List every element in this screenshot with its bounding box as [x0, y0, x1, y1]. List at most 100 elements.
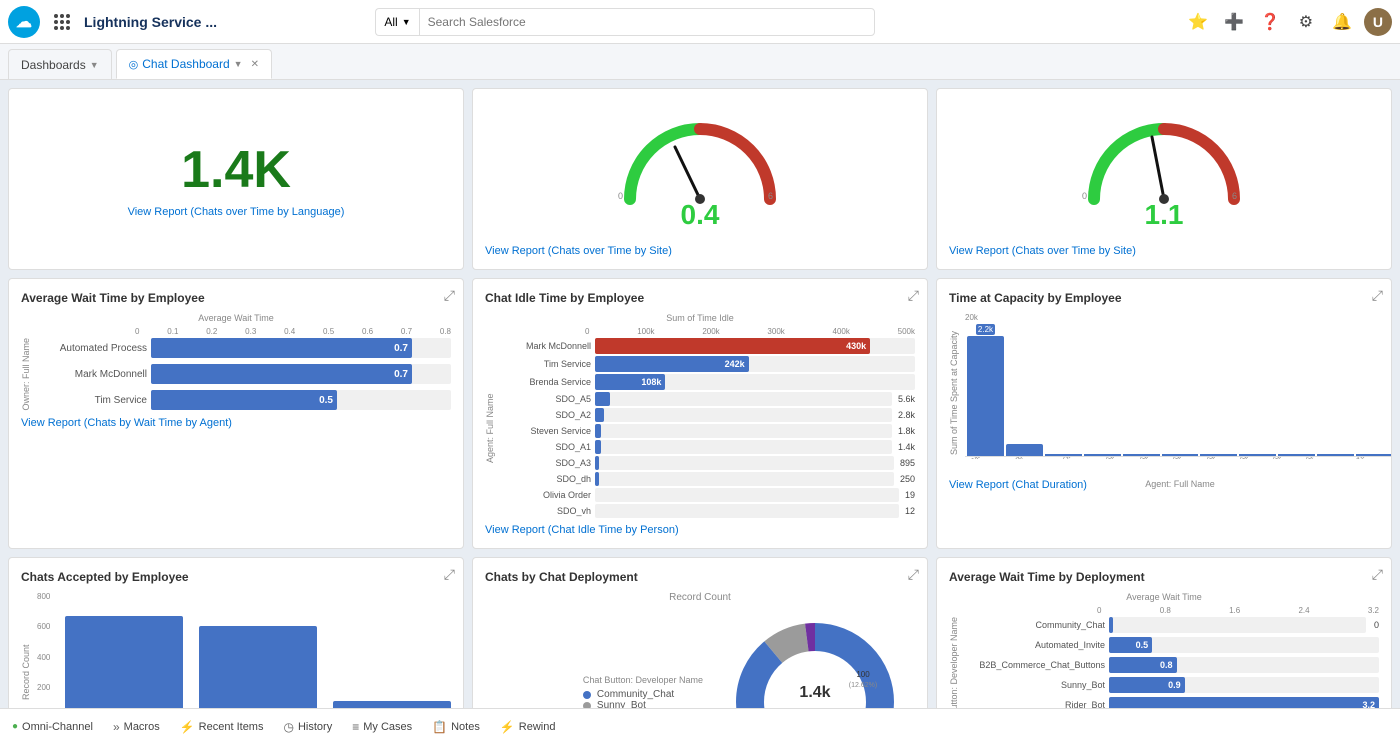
salesforce-logo[interactable]: ☁: [8, 6, 40, 38]
bottom-my-cases[interactable]: ≡ My Cases: [352, 720, 412, 734]
chats-deployment-card: Chats by Chat Deployment ⤢ Record Count …: [472, 557, 928, 708]
legend-community: Community_Chat: [583, 689, 703, 700]
chevron-down-icon: ▼: [402, 17, 411, 27]
svg-text:0: 0: [618, 191, 623, 201]
grid-icon: [54, 14, 70, 30]
chats-site-2-view-report[interactable]: View Report (Chats over Time by Site): [949, 245, 1379, 257]
search-scope-selector[interactable]: All ▼: [375, 8, 418, 36]
expand-icon[interactable]: ⤢: [1372, 566, 1383, 583]
bar-track: 0.8: [1109, 657, 1379, 673]
deployment-legend: Chat Button: Developer Name Community_Ch…: [583, 675, 703, 708]
table-row: B2B_Commerce_Chat_Buttons 0.8: [965, 657, 1379, 673]
bar-fill: [595, 392, 610, 406]
bar-value: 242k: [725, 359, 745, 369]
expand-icon[interactable]: ⤢: [444, 287, 455, 304]
expand-icon[interactable]: ⤢: [444, 566, 455, 583]
expand-icon[interactable]: ⤢: [908, 566, 919, 583]
bottom-bar: ● Omni-Channel » Macros ⚡ Recent Items ◷…: [0, 708, 1400, 744]
bar-label: Community_Chat: [965, 620, 1105, 630]
chat-idle-title: Chat Idle Time by Employee: [485, 291, 915, 305]
bar-track: [1109, 617, 1366, 633]
avg-wait-ticks: 00.10.20.30.40.50.60.70.8: [135, 327, 451, 336]
recent-items-icon: ⚡: [180, 720, 195, 734]
avatar[interactable]: U: [1364, 8, 1392, 36]
table-row: Olivia Order 19: [501, 488, 915, 502]
notes-icon: 📋: [432, 720, 447, 734]
chat-idle-ticks: 0100k200k300k400k500k: [585, 327, 915, 336]
notifications-button[interactable]: 🔔: [1328, 8, 1356, 36]
chat-idle-view-report[interactable]: View Report (Chat Idle Time by Person): [485, 524, 915, 536]
app-name: Lightning Service ...: [84, 14, 217, 30]
favorites-button[interactable]: ⭐: [1184, 8, 1212, 36]
bottom-notes[interactable]: 📋 Notes: [432, 720, 480, 734]
settings-button[interactable]: ⚙: [1292, 8, 1320, 36]
bar-label: Tim Service: [37, 395, 147, 406]
table-row: Brenda Service 108k: [501, 374, 915, 390]
bottom-omni-channel[interactable]: ● Omni-Channel: [12, 721, 93, 733]
expand-icon[interactable]: ⤢: [908, 287, 919, 304]
dashboard-row-1: 1.4K View Report (Chats over Time by Lan…: [8, 88, 1392, 270]
help-button[interactable]: ❓: [1256, 8, 1284, 36]
bar-label: Mark McDonnell: [501, 341, 591, 351]
bar-track: 0.5: [1109, 637, 1379, 653]
bottom-rewind[interactable]: ⚡ Rewind: [500, 720, 556, 734]
bottom-macros[interactable]: » Macros: [113, 720, 160, 734]
chats-site-1-view-report[interactable]: View Report (Chats over Time by Site): [485, 245, 915, 257]
table-row: Tim Service 242k: [501, 356, 915, 372]
legend-sunny: Sunny_Bot: [583, 700, 703, 708]
svg-text:6: 6: [768, 191, 773, 201]
chat-idle-y-label: Agent: Full Name: [485, 338, 501, 518]
search-input[interactable]: [419, 8, 876, 36]
bar-label: Automated_Invite: [965, 640, 1105, 650]
svg-text:(12.62%): (12.62%): [849, 682, 877, 689]
tab-dashboards-label: Dashboards: [21, 58, 86, 72]
dashboard-row-3: Chats Accepted by Employee ⤢ Record Coun…: [8, 557, 1392, 708]
avg-wait-view-report[interactable]: View Report (Chats by Wait Time by Agent…: [21, 417, 451, 429]
add-button[interactable]: ➕: [1220, 8, 1248, 36]
tab-close-button[interactable]: ✕: [251, 59, 259, 70]
table-row: Mark McDonnell 0.7: [37, 364, 451, 384]
tab-dashboards[interactable]: Dashboards ▼: [8, 49, 112, 79]
bar-fill: [595, 440, 601, 454]
tab-chat-dashboard-label: Chat Dashboard: [142, 57, 229, 71]
bar-value: 430k: [846, 341, 866, 351]
chevron-down-icon: ▼: [90, 60, 99, 70]
my-cases-label: My Cases: [363, 721, 412, 733]
bar-fill: 3.2: [1109, 697, 1379, 708]
avg-wait-dep-y-label: Chat Button: Developer Name: [949, 617, 965, 708]
avg-wait-dep-ticks: 00.81.62.43.2: [1097, 606, 1379, 615]
expand-icon[interactable]: ⤢: [1372, 287, 1383, 304]
bar-track: [595, 504, 899, 518]
bar-track: 0.7: [151, 338, 451, 358]
macros-icon: »: [113, 720, 120, 734]
bar-fill: 108k: [595, 374, 665, 390]
app-menu-button[interactable]: [48, 8, 76, 36]
avg-wait-deployment-card: Average Wait Time by Deployment ⤢ Averag…: [936, 557, 1392, 708]
bar-label: Steven Service: [501, 426, 591, 436]
omni-channel-label: Omni-Channel: [22, 721, 93, 733]
chats-accepted-chart: 8006004002000 Automated Process Mark McD…: [37, 592, 451, 708]
svg-text:100: 100: [856, 670, 870, 679]
bar-track: [595, 392, 892, 406]
bar-fill: 0.8: [1109, 657, 1177, 673]
avg-wait-dep-chart: Chat Button: Developer Name Community_Ch…: [949, 617, 1379, 708]
table-row: SDO_A1 1.4k: [501, 440, 915, 454]
bottom-recent-items[interactable]: ⚡ Recent Items: [180, 720, 264, 734]
notes-label: Notes: [451, 721, 480, 733]
main-content: 1.4K View Report (Chats over Time by Lan…: [0, 80, 1400, 708]
bar-fill: 0.5: [151, 390, 337, 410]
table-row: Automated_Invite 0.5: [965, 637, 1379, 653]
bar-label: SDO_A2: [501, 410, 591, 420]
bottom-history[interactable]: ◷ History: [283, 720, 332, 734]
deployment-legend-area: Chat Button: Developer Name Community_Ch…: [485, 675, 703, 708]
chats-language-card: 1.4K View Report (Chats over Time by Lan…: [8, 88, 464, 270]
logo-icon: ☁: [16, 12, 32, 32]
tab-chat-dashboard[interactable]: ◎ Chat Dashboard ▼ ✕: [116, 49, 272, 79]
bar-track: 3.2: [1109, 697, 1379, 708]
chats-deployment-content: Chat Button: Developer Name Community_Ch…: [485, 607, 915, 708]
time-cap-chart-area: 20k 2.2k: [965, 313, 1392, 473]
bar-fill: 430k: [595, 338, 870, 354]
bar-track: 0.7: [151, 364, 451, 384]
chats-language-view-report[interactable]: View Report (Chats over Time by Language…: [128, 206, 345, 218]
bar-fill: 0.7: [151, 338, 412, 358]
